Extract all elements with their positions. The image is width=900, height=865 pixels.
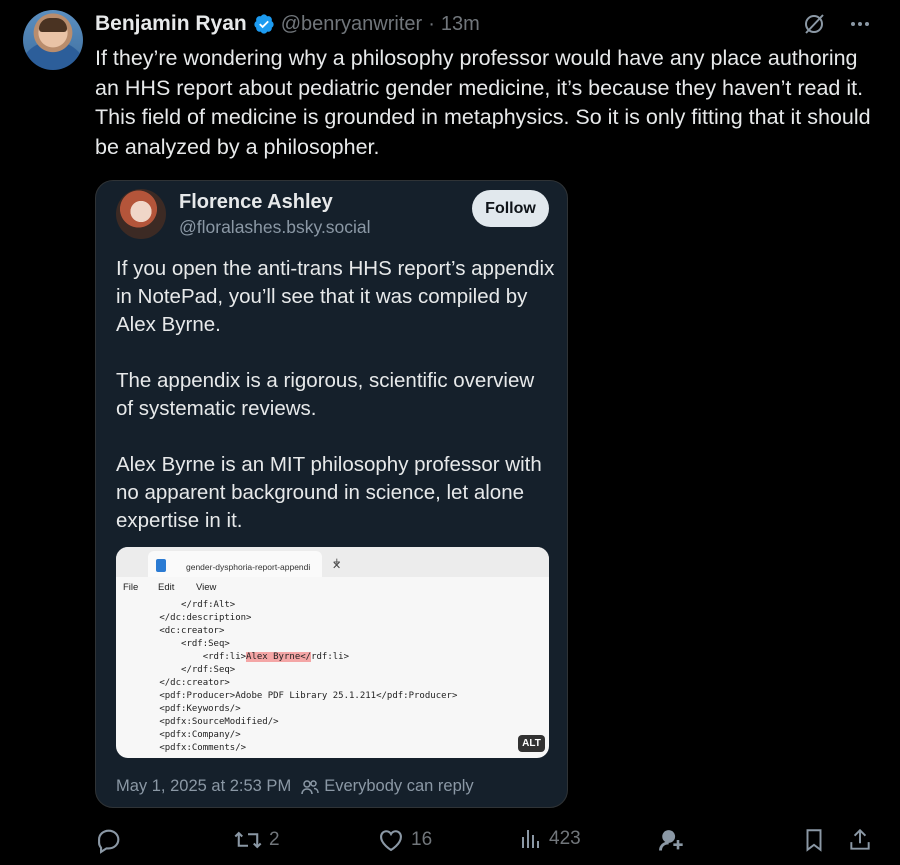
- grok-icon[interactable]: [802, 12, 826, 36]
- quoted-post-text: If you open the anti-trans HHS report’s …: [116, 255, 556, 563]
- quoted-author-name[interactable]: Florence Ashley: [179, 191, 333, 214]
- grok-sparkle-icon: [659, 830, 683, 851]
- retweet-count: 2: [269, 829, 280, 850]
- share-icon: [850, 828, 870, 850]
- reply-button[interactable]: [95, 826, 123, 854]
- view-count: 423: [549, 828, 581, 849]
- code-line: </rdf:Seq>: [116, 665, 236, 675]
- views-button[interactable]: 423: [519, 826, 581, 852]
- retweet-button[interactable]: 2: [233, 826, 280, 854]
- bookmark-button[interactable]: [801, 826, 827, 854]
- code-segment: <rdf:li>: [116, 652, 247, 662]
- new-tab-icon: +: [333, 554, 341, 569]
- alt-text-badge[interactable]: ALT: [518, 735, 545, 752]
- top-right-icons: [802, 12, 872, 36]
- verified-badge-icon: [254, 14, 274, 34]
- notepad-file-icon: [156, 559, 166, 572]
- code-line: <pdfx:Comments/>: [116, 743, 247, 753]
- separator-dot: ·: [428, 12, 435, 35]
- quoted-post[interactable]: Florence Ashley @floralashes.bsky.social…: [95, 180, 568, 808]
- code-line: <pdfx:Company/>: [116, 730, 241, 740]
- reply-icon: [98, 829, 120, 854]
- heart-icon: [380, 830, 402, 852]
- people-icon: [301, 779, 319, 794]
- tweet-header: Benjamin Ryan @benryanwriter · 13m: [95, 9, 480, 39]
- code-segment: rdf:li>: [311, 652, 350, 662]
- quoted-paragraph: Alex Byrne is an MIT philosophy professo…: [116, 453, 542, 532]
- more-options-icon[interactable]: [848, 12, 872, 36]
- notepad-menubar: File Edit View: [116, 577, 549, 599]
- action-bar: 2 16 423: [95, 826, 875, 860]
- menu-file: File: [123, 582, 139, 593]
- reply-setting: Everybody can reply: [301, 777, 474, 796]
- notepad-tab: gender-dysphoria-report-appendi ✕: [148, 551, 341, 577]
- notepad-tab-title: gender-dysphoria-report-appendi: [186, 562, 311, 572]
- reply-setting-label: Everybody can reply: [324, 777, 474, 795]
- code-line: <dc:creator>: [116, 626, 225, 636]
- author-name[interactable]: Benjamin Ryan: [95, 12, 247, 36]
- author-handle[interactable]: @benryanwriter: [281, 13, 422, 36]
- code-line: <rdf:Seq>: [116, 639, 230, 649]
- code-line: <pdf:Keywords/>: [116, 704, 241, 714]
- notepad-tabbar: gender-dysphoria-report-appendi ✕ +: [116, 547, 549, 577]
- code-line: <pdfx:SourceModified/>: [116, 717, 279, 727]
- like-count: 16: [411, 829, 433, 850]
- quoted-author-handle[interactable]: @floralashes.bsky.social: [179, 217, 371, 238]
- bookmark-icon: [806, 829, 822, 852]
- quoted-paragraph: If you open the anti-trans HHS report’s …: [116, 257, 555, 336]
- quoted-timestamp: May 1, 2025 at 2:53 PM: [116, 777, 292, 795]
- highlighted-name: Alex Byrne</: [246, 652, 312, 662]
- analytics-icon: [522, 830, 539, 848]
- quoted-author-avatar[interactable]: [116, 189, 166, 239]
- follow-button[interactable]: Follow: [472, 190, 549, 227]
- notepad-code: </rdf:Alt> </dc:description> <dc:creator…: [116, 599, 549, 755]
- menu-edit: Edit: [158, 582, 175, 593]
- code-line: </rdf:Alt>: [116, 600, 236, 610]
- author-avatar[interactable]: [23, 10, 83, 70]
- grok-explain-button[interactable]: [657, 826, 685, 854]
- code-line: </dc:description>: [116, 613, 252, 623]
- notepad-screenshot-image[interactable]: gender-dysphoria-report-appendi ✕ + File…: [116, 547, 549, 758]
- retweet-icon: [234, 831, 262, 849]
- menu-view: View: [196, 582, 217, 593]
- code-line: </dc:creator>: [116, 678, 230, 688]
- post-time[interactable]: 13m: [441, 13, 480, 36]
- share-button[interactable]: [847, 826, 873, 854]
- tweet-text: If they’re wondering why a philosophy pr…: [95, 46, 871, 159]
- quoted-paragraph: The appendix is a rigorous, scientific o…: [116, 369, 535, 420]
- like-button[interactable]: 16: [377, 826, 432, 854]
- code-line: <pdf:Producer>Adobe PDF Library 25.1.211…: [116, 691, 458, 701]
- quoted-post-meta: May 1, 2025 at 2:53 PM Everybody can rep…: [116, 777, 474, 796]
- code-line-highlighted: <rdf:li>Alex Byrne</rdf:li>: [116, 651, 549, 664]
